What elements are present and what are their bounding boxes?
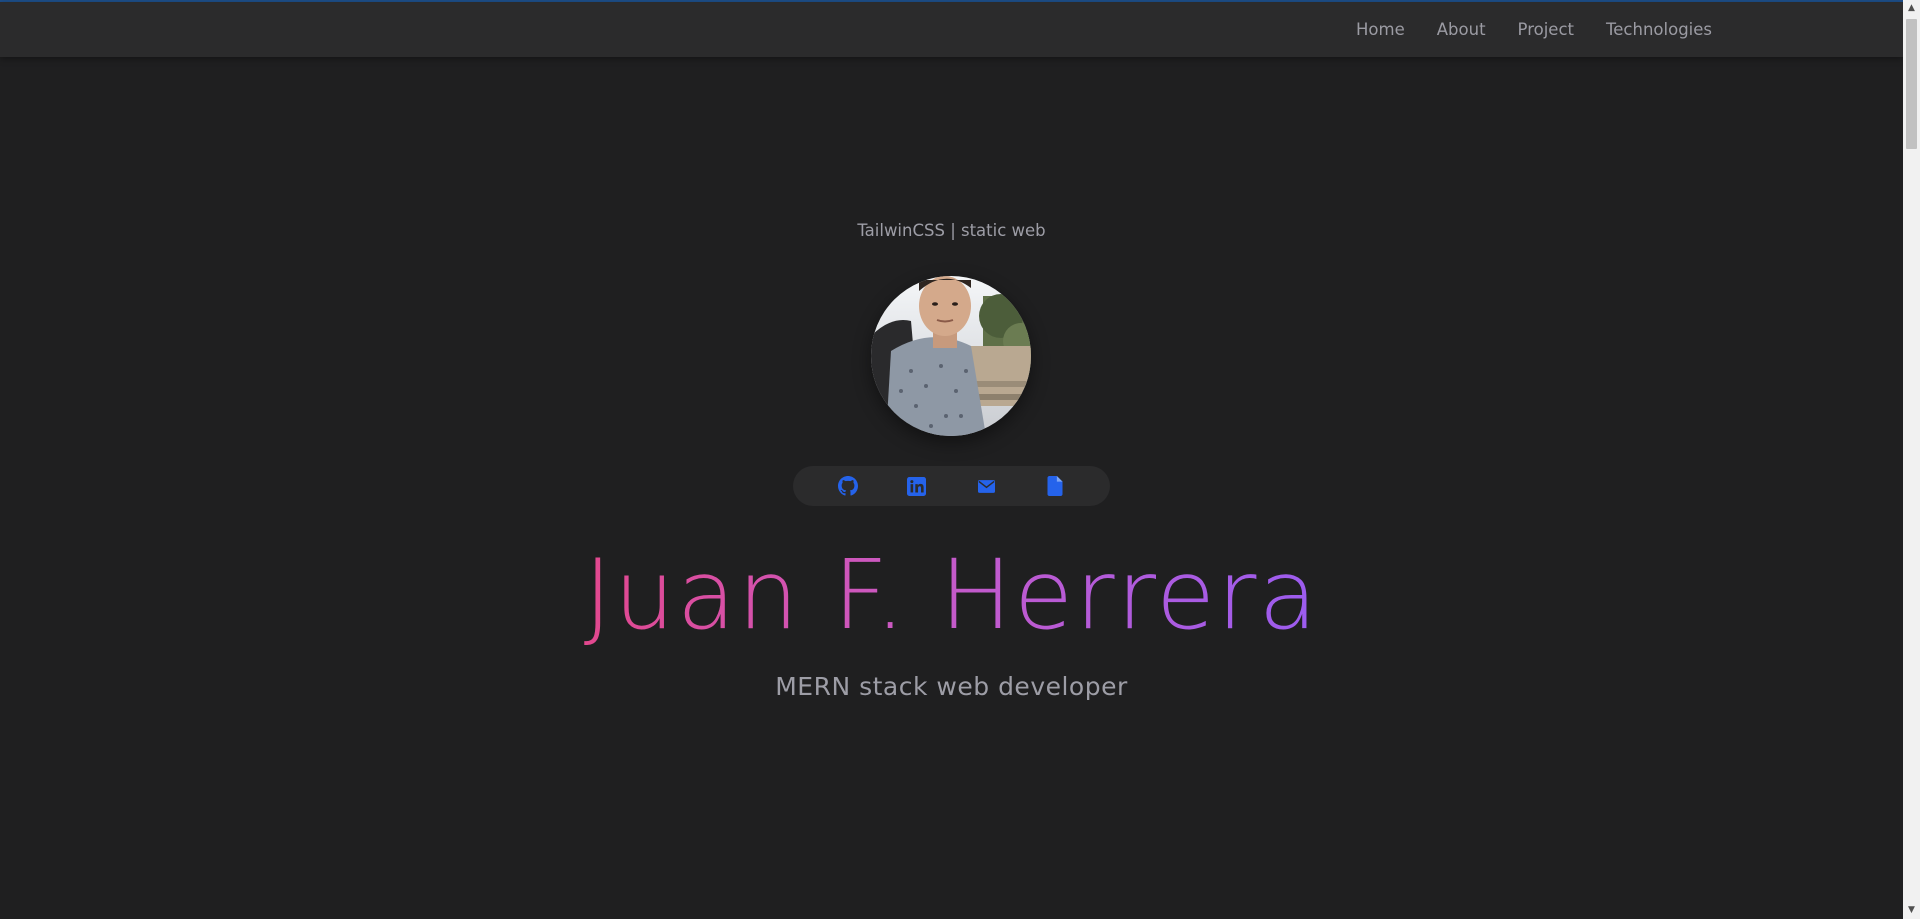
nav-technologies-link[interactable]: Technologies [1606, 20, 1712, 39]
nav-home-link[interactable]: Home [1356, 20, 1405, 39]
hero-role: MERN stack web developer [775, 672, 1128, 701]
nav-links: Home About Project Technologies [1356, 2, 1712, 57]
github-icon[interactable] [837, 475, 859, 497]
navbar: Home About Project Technologies [0, 2, 1903, 57]
linkedin-icon[interactable] [906, 475, 928, 497]
avatar [871, 276, 1031, 436]
email-icon[interactable] [975, 475, 997, 497]
hero-name-text: Juan F. Herrera [583, 539, 1320, 651]
scroll-up-arrow-icon[interactable]: ▲ [1903, 0, 1920, 17]
vertical-scrollbar[interactable]: ▲ ▼ [1903, 0, 1920, 919]
document-icon[interactable] [1044, 475, 1066, 497]
page: Home About Project Technologies TailwinC… [0, 0, 1920, 919]
hero-subtitle: TailwinCSS | static web [857, 221, 1046, 240]
social-links-bar [793, 466, 1110, 506]
hero-name: Juan F. Herrera [0, 535, 1903, 655]
scroll-down-arrow-icon[interactable]: ▼ [1903, 902, 1920, 919]
nav-about-link[interactable]: About [1437, 20, 1486, 39]
scroll-thumb[interactable] [1906, 19, 1917, 149]
nav-project-link[interactable]: Project [1518, 20, 1574, 39]
